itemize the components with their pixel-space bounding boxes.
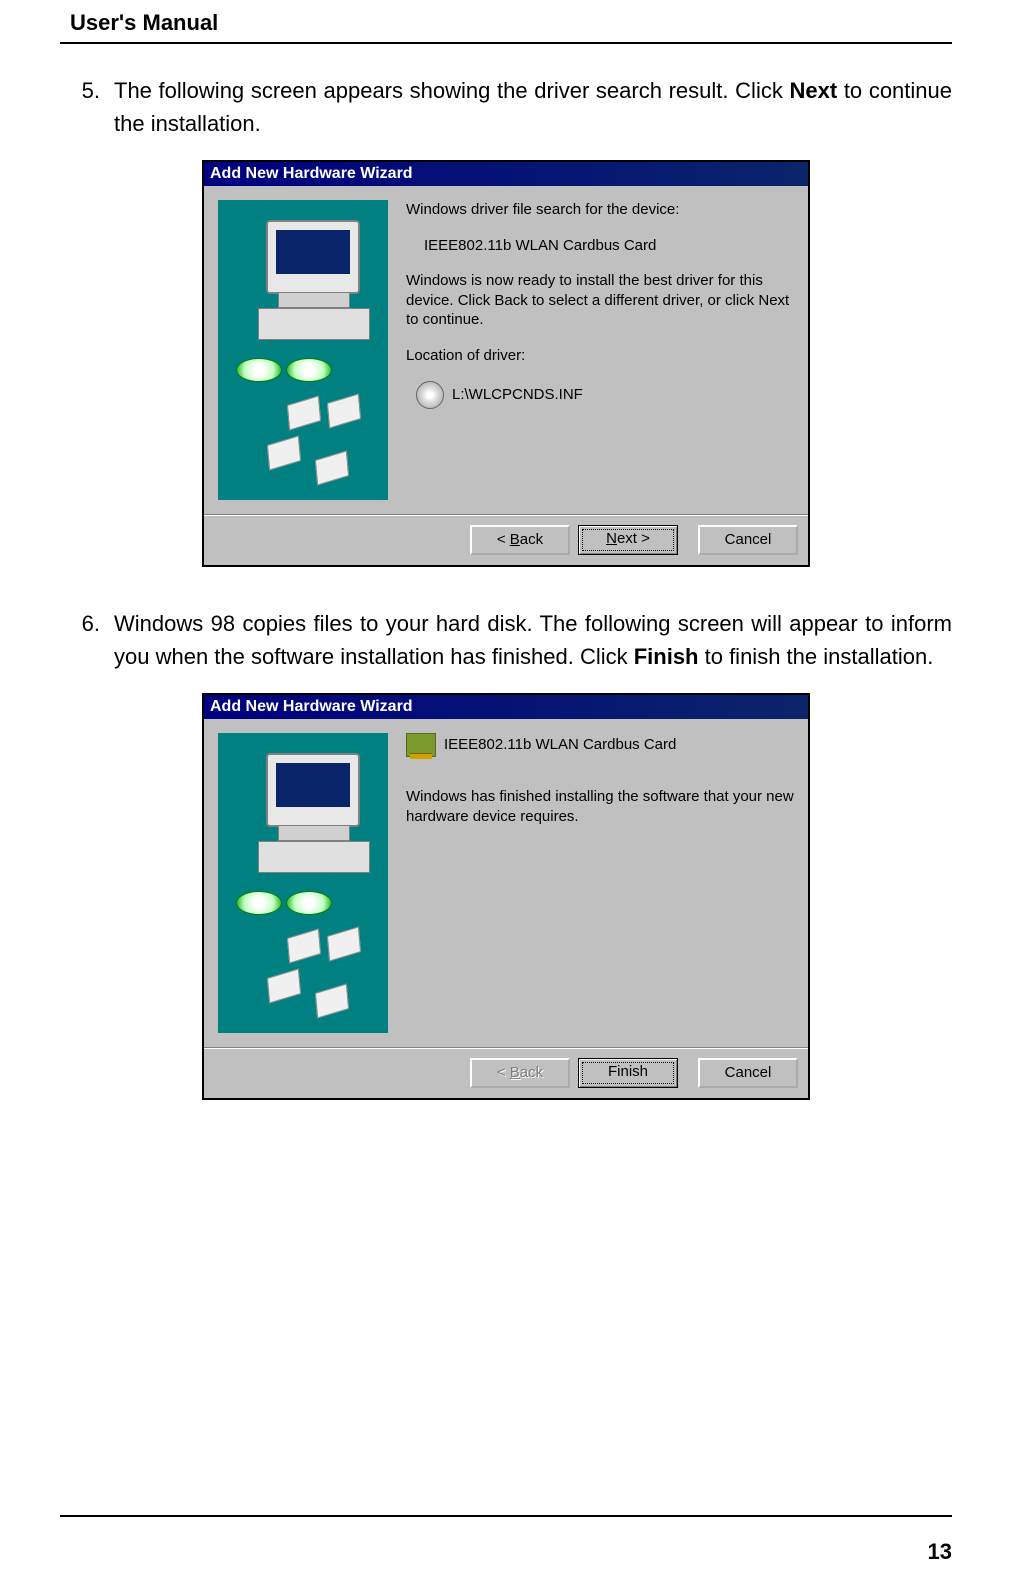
step-6-text: Windows 98 copies files to your hard dis…	[114, 607, 952, 673]
wizard-2-sideart	[218, 733, 388, 1033]
wizard-1-device: IEEE802.11b WLAN Cardbus Card	[424, 236, 794, 256]
wizard-1-buttons: < Back Next > Cancel	[204, 514, 808, 565]
floppy-icon	[267, 969, 301, 1004]
step-5-text: The following screen appears showing the…	[114, 74, 952, 140]
cd-icon	[286, 891, 332, 915]
monitor-base-icon	[278, 292, 350, 308]
step-6: 6. Windows 98 copies files to your hard …	[60, 607, 952, 673]
cancel-button[interactable]: Cancel	[698, 1058, 798, 1088]
wizard-1: Add New Hardware Wizard Windows driver f…	[202, 160, 810, 567]
wizard-1-sideart	[218, 200, 388, 500]
floppy-icon	[287, 396, 321, 431]
cancel-button[interactable]: Cancel	[698, 525, 798, 555]
wizard-2-titlebar: Add New Hardware Wizard	[204, 695, 808, 719]
step-6-text-b: to finish the installation.	[699, 644, 934, 669]
wizard-1-line1: Windows driver file search for the devic…	[406, 200, 794, 220]
wizard-2-device-row: IEEE802.11b WLAN Cardbus Card	[406, 733, 794, 757]
wizard-1-content: Windows driver file search for the devic…	[406, 200, 794, 500]
step-5-bold: Next	[789, 78, 837, 103]
cd-icon	[236, 891, 282, 915]
back-underline: B	[510, 531, 520, 548]
next-button[interactable]: Next >	[578, 525, 678, 555]
step-5-number: 5.	[60, 74, 114, 140]
wizard-2-body: IEEE802.11b WLAN Cardbus Card Windows ha…	[204, 719, 808, 1047]
step-5-text-a: The following screen appears showing the…	[114, 78, 789, 103]
wizard-2-line2: Windows has finished installing the soft…	[406, 787, 794, 826]
wizard-1-body: Windows driver file search for the devic…	[204, 186, 808, 514]
wizard-2-container: Add New Hardware Wizard IEEE802	[60, 693, 952, 1100]
footer-rule	[60, 1515, 952, 1517]
monitor-icon	[266, 753, 360, 827]
back-button-disabled: < Back	[470, 1058, 570, 1088]
drive-cd-icon	[416, 381, 444, 409]
tower-icon	[258, 308, 370, 340]
back-button[interactable]: < Back	[470, 525, 570, 555]
wizard-2-content: IEEE802.11b WLAN Cardbus Card Windows ha…	[406, 733, 794, 1033]
cd-icon	[236, 358, 282, 382]
wizard-1-loc-label: Location of driver:	[406, 346, 794, 366]
wizard-2: Add New Hardware Wizard IEEE802	[202, 693, 810, 1100]
wizard-1-titlebar: Add New Hardware Wizard	[204, 162, 808, 186]
floppy-icon	[315, 984, 349, 1019]
floppy-icon	[327, 394, 361, 429]
page: User's Manual 5. The following screen ap…	[0, 0, 1012, 1595]
back-rest: ack	[520, 1064, 543, 1081]
next-underline: N	[606, 530, 617, 547]
page-number: 13	[928, 1539, 952, 1565]
page-header: User's Manual	[60, 0, 952, 44]
floppy-icon	[267, 436, 301, 471]
monitor-icon	[266, 220, 360, 294]
back-rest: ack	[520, 531, 543, 548]
header-rule	[60, 42, 952, 44]
header-title: User's Manual	[70, 10, 952, 36]
step-5: 5. The following screen appears showing …	[60, 74, 952, 140]
wizard-2-buttons: < Back Finish Cancel	[204, 1047, 808, 1098]
wizard-1-line2: Windows is now ready to install the best…	[406, 271, 794, 330]
driver-location-row: L:\WLCPCNDS.INF	[416, 381, 794, 409]
next-rest: ext >	[617, 530, 650, 547]
floppy-icon	[327, 927, 361, 962]
finish-button[interactable]: Finish	[578, 1058, 678, 1088]
wizard-1-container: Add New Hardware Wizard Windows driver f…	[60, 160, 952, 567]
back-underline: B	[510, 1064, 520, 1081]
tower-icon	[258, 841, 370, 873]
floppy-icon	[287, 929, 321, 964]
monitor-base-icon	[278, 825, 350, 841]
driver-location-value: L:\WLCPCNDS.INF	[452, 385, 583, 405]
step-6-bold: Finish	[634, 644, 699, 669]
hardware-card-icon	[406, 733, 436, 757]
step-6-number: 6.	[60, 607, 114, 673]
cd-icon	[286, 358, 332, 382]
floppy-icon	[315, 451, 349, 486]
wizard-2-device: IEEE802.11b WLAN Cardbus Card	[444, 735, 676, 755]
